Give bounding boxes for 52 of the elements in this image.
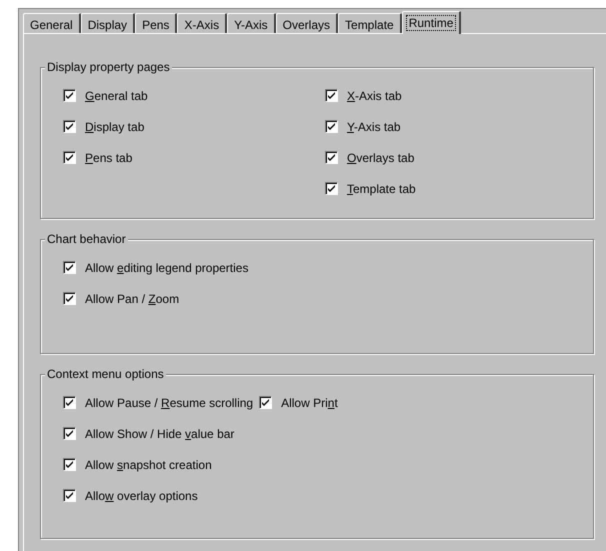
checkbox[interactable]: [63, 120, 76, 133]
checkbox[interactable]: [325, 151, 338, 164]
checkbox-label[interactable]: Template tab: [347, 180, 416, 198]
checkbox-label[interactable]: Allow overlay options: [85, 486, 198, 504]
tab[interactable]: Runtime: [402, 11, 462, 34]
checkbox[interactable]: [63, 396, 76, 409]
checkmark-icon: [65, 398, 74, 407]
checkbox[interactable]: [63, 292, 76, 305]
checkmark-icon: [327, 91, 336, 100]
checkbox-label[interactable]: X-Axis tab: [347, 86, 402, 104]
checkmark-icon: [327, 184, 336, 193]
tab[interactable]: Display: [80, 13, 136, 33]
checkmark-icon: [65, 294, 74, 303]
tab[interactable]: Y-Axis: [227, 13, 276, 33]
checkbox[interactable]: [325, 89, 338, 102]
checkbox-label[interactable]: Overlays tab: [347, 148, 414, 166]
checkbox[interactable]: [63, 261, 76, 274]
checkbox[interactable]: [63, 427, 76, 440]
checkbox-label[interactable]: General tab: [85, 86, 148, 104]
checkmark-icon: [65, 153, 74, 162]
checkbox-label[interactable]: Display tab: [85, 118, 144, 136]
checkbox[interactable]: [259, 396, 272, 409]
checkmark-icon: [65, 460, 74, 469]
group-title: Display property pages: [45, 59, 172, 75]
checkmark-icon: [65, 122, 74, 131]
checkmark-icon: [65, 91, 74, 100]
checkbox-label[interactable]: Allow Pause / Resume scrolling: [85, 394, 254, 412]
tab[interactable]: Overlays: [276, 13, 338, 33]
checkmark-icon: [65, 491, 74, 500]
checkmark-icon: [65, 429, 74, 438]
checkbox[interactable]: [63, 458, 76, 471]
checkmark-icon: [261, 398, 270, 407]
checkbox-label[interactable]: Allow Show / Hide value bar: [85, 424, 234, 442]
tab[interactable]: X-Axis: [177, 13, 228, 33]
checkbox[interactable]: [325, 120, 338, 133]
checkbox[interactable]: [325, 182, 338, 195]
checkbox-label[interactable]: Allow snapshot creation: [85, 456, 212, 474]
checkbox[interactable]: [63, 489, 76, 502]
checkbox[interactable]: [63, 151, 76, 164]
tab[interactable]: General: [23, 13, 81, 33]
checkmark-icon: [65, 263, 74, 272]
checkbox-label[interactable]: Allow Print: [281, 394, 338, 412]
checkbox-label[interactable]: Pens tab: [85, 148, 132, 166]
checkbox-label[interactable]: Allow Pan / Zoom: [85, 290, 180, 308]
tab[interactable]: Template: [338, 13, 402, 33]
checkbox[interactable]: [63, 89, 76, 102]
checkbox-label[interactable]: Allow editing legend properties: [85, 258, 248, 276]
checkmark-icon: [327, 153, 336, 162]
group-title: Context menu options: [45, 366, 166, 382]
tab[interactable]: Pens: [135, 13, 178, 33]
checkmark-icon: [327, 122, 336, 131]
checkbox-label[interactable]: Y-Axis tab: [347, 118, 401, 136]
